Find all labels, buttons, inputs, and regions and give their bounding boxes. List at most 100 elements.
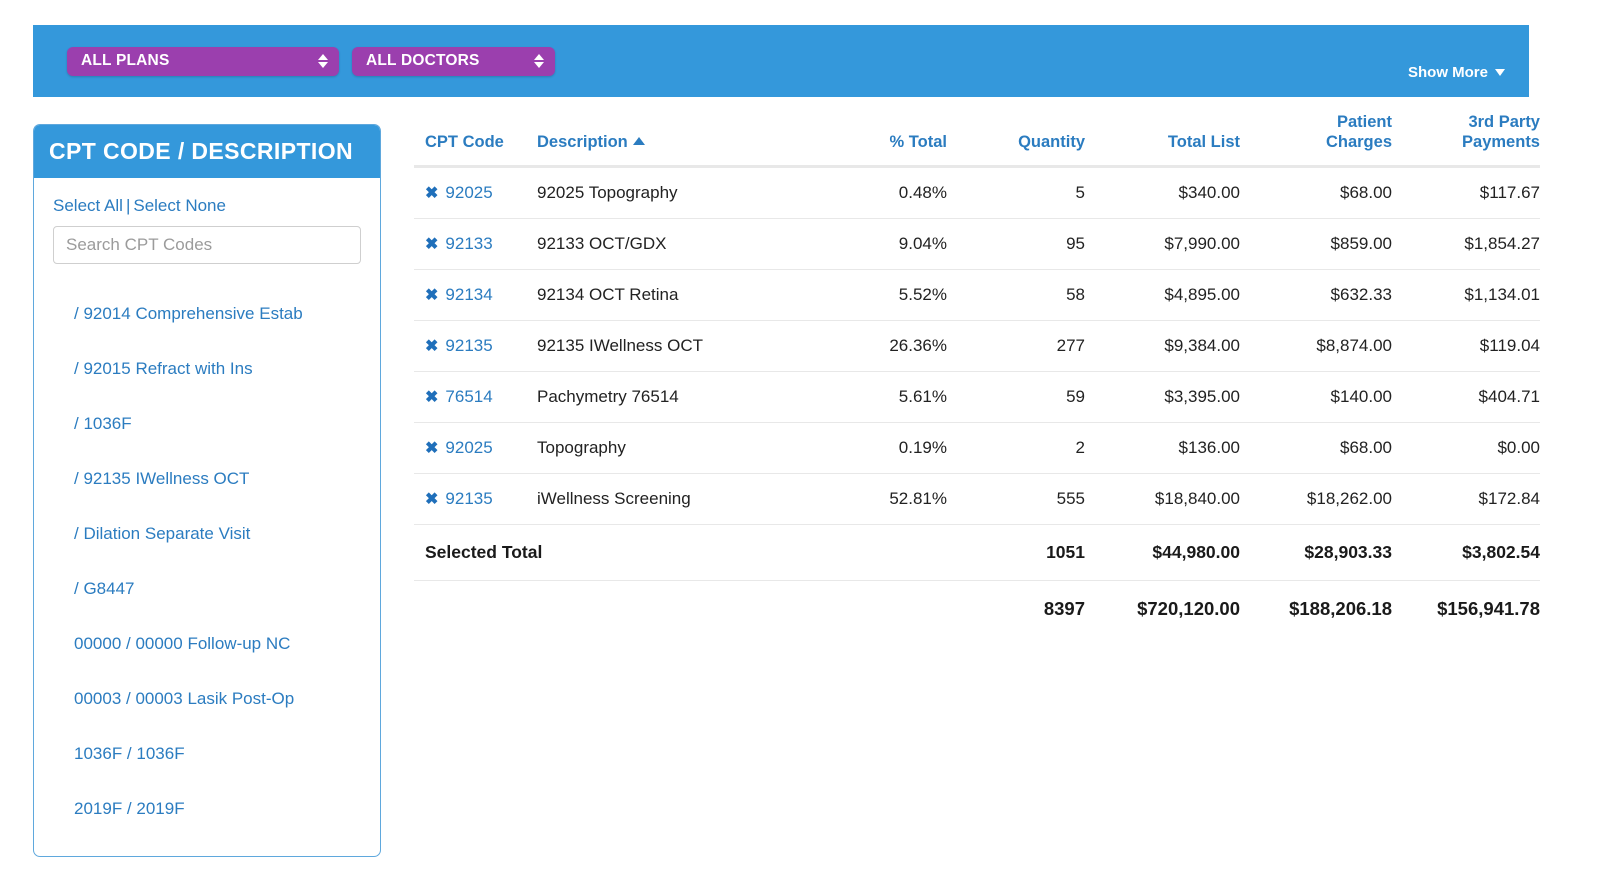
grand-total-quantity: 8397 (1043, 598, 1085, 620)
cell-pct-total: 5.61% (815, 371, 947, 424)
cpt-code-link[interactable]: 92133 (445, 234, 492, 253)
column-header-patient-charges[interactable]: Patient Charges (1240, 112, 1392, 169)
select-none-link[interactable]: Select None (133, 196, 226, 215)
table-header: CPT Code Description % Total Quantity To… (414, 112, 1540, 169)
selected-total-patient-charges: $28,903.33 (1240, 524, 1392, 582)
cell-quantity: 95 (947, 218, 1085, 271)
cell-third-party-payments: $172.84 (1392, 473, 1540, 526)
table-row: ✖ 92025 Topography 0.19% 2 $136.00 $68.00… (414, 422, 1540, 475)
show-more-button[interactable]: Show More (1408, 64, 1505, 81)
cell-patient-charges: $859.00 (1240, 218, 1392, 271)
selected-total-third-party: $3,802.54 (1392, 524, 1540, 582)
cell-total-list: $136.00 (1085, 422, 1240, 475)
list-item[interactable]: 1036F / 1036F (53, 726, 361, 781)
cpt-code-link[interactable]: 92025 (445, 438, 492, 457)
cell-pct-total: 9.04% (815, 218, 947, 271)
cell-cpt-code: ✖ 92025 (414, 166, 537, 220)
sort-ascending-icon (632, 137, 645, 146)
cell-pct-total: 26.36% (815, 320, 947, 373)
grand-total-patient-charges: $188,206.18 (1289, 598, 1392, 620)
remove-row-icon[interactable]: ✖ (425, 438, 438, 458)
cell-pct-total: 0.48% (815, 166, 947, 220)
cpt-code-link[interactable]: 76514 (445, 387, 492, 406)
selected-total-label: Selected Total (414, 524, 947, 582)
table-body: ✖ 92025 92025 Topography 0.48% 5 $340.00 … (414, 166, 1540, 638)
cell-total-list: $9,384.00 (1085, 320, 1240, 373)
cell-patient-charges: $8,874.00 (1240, 320, 1392, 373)
column-header-third-party-line1: 3rd Party (1468, 113, 1540, 131)
cell-quantity: 58 (947, 269, 1085, 322)
cpt-filter-panel-body: Select All|Select None / 92014 Comprehen… (34, 178, 380, 836)
cell-total-list: $18,840.00 (1085, 473, 1240, 526)
cpt-code-link[interactable]: 92135 (445, 336, 492, 355)
show-more-label: Show More (1407, 64, 1488, 81)
cell-patient-charges: $632.33 (1240, 269, 1392, 322)
grand-total-total-list: $720,120.00 (1137, 598, 1240, 620)
cell-third-party-payments: $0.00 (1392, 422, 1540, 475)
select-arrows-icon (318, 52, 328, 70)
grand-total-row: 8397 $720,120.00 $188,206.18 $156,941.78 (414, 581, 1540, 638)
select-links: Select All | Select None (53, 196, 361, 216)
selected-total-quantity: 1051 (947, 524, 1085, 582)
cell-patient-charges: $140.00 (1240, 371, 1392, 424)
cpt-code-link[interactable]: 92134 (445, 285, 492, 304)
cpt-code-link[interactable]: 92135 (445, 489, 492, 508)
all-plans-select-label: ALL PLANS (81, 52, 170, 69)
cell-total-list: $340.00 (1085, 166, 1240, 220)
cell-third-party-payments: $117.67 (1392, 166, 1540, 220)
column-header-patient-charges-line1: Patient (1336, 113, 1392, 131)
column-header-description[interactable]: Description (537, 112, 815, 169)
search-cpt-codes-input[interactable] (53, 226, 361, 264)
remove-row-icon[interactable]: ✖ (425, 489, 438, 509)
remove-row-icon[interactable]: ✖ (425, 234, 438, 254)
all-plans-select[interactable]: ALL PLANS (67, 46, 339, 76)
column-header-patient-charges-line2: Charges (1325, 133, 1392, 152)
cell-cpt-code: ✖ 92134 (414, 269, 537, 322)
cell-description: 92134 OCT Retina (537, 269, 815, 322)
cell-total-list: $3,395.00 (1085, 371, 1240, 424)
selected-total-row: Selected Total 1051 $44,980.00 $28,903.3… (414, 524, 1540, 582)
cell-patient-charges: $18,262.00 (1240, 473, 1392, 526)
list-item[interactable]: / 92015 Refract with Ins (53, 341, 361, 396)
cell-quantity: 555 (947, 473, 1085, 526)
list-item[interactable]: / G8447 (53, 561, 361, 616)
column-header-quantity[interactable]: Quantity (947, 112, 1085, 169)
column-header-third-party-payments[interactable]: 3rd Party Payments (1392, 112, 1540, 169)
column-header-description-label: Description (537, 133, 628, 152)
column-header-total-list[interactable]: Total List (1085, 112, 1240, 169)
list-item[interactable]: 2019F / 2019F (53, 781, 361, 836)
remove-row-icon[interactable]: ✖ (425, 387, 438, 407)
list-item[interactable]: / Dilation Separate Visit (53, 506, 361, 561)
list-item[interactable]: / 92014 Comprehensive Estab (53, 286, 361, 341)
all-doctors-select[interactable]: ALL DOCTORS (352, 46, 555, 76)
cell-quantity: 59 (947, 371, 1085, 424)
selected-total-total-list: $44,980.00 (1085, 524, 1240, 582)
cpt-code-link[interactable]: 92025 (445, 183, 492, 202)
list-item[interactable]: 00003 / 00003 Lasik Post-Op (53, 671, 361, 726)
list-item[interactable]: / 1036F (53, 396, 361, 451)
remove-row-icon[interactable]: ✖ (425, 336, 438, 356)
all-doctors-select-label: ALL DOCTORS (366, 52, 480, 69)
column-header-pct-total[interactable]: % Total (815, 112, 947, 169)
table-row: ✖ 92134 92134 OCT Retina 5.52% 58 $4,895.… (414, 269, 1540, 322)
cell-cpt-code: ✖ 76514 (414, 371, 537, 424)
remove-row-icon[interactable]: ✖ (425, 285, 438, 305)
select-all-link[interactable]: Select All (53, 196, 123, 215)
cell-cpt-code: ✖ 92135 (414, 320, 537, 373)
grand-total-label (414, 581, 947, 638)
cpt-filter-panel-title: CPT CODE / DESCRIPTION (34, 125, 380, 178)
cell-total-list: $4,895.00 (1085, 269, 1240, 322)
list-item[interactable]: 00000 / 00000 Follow-up NC (53, 616, 361, 671)
table-row: ✖ 92133 92133 OCT/GDX 9.04% 95 $7,990.00 … (414, 218, 1540, 271)
remove-row-icon[interactable]: ✖ (425, 183, 438, 203)
cell-quantity: 277 (947, 320, 1085, 373)
table-header-row: CPT Code Description % Total Quantity To… (414, 112, 1540, 169)
cell-description: Pachymetry 76514 (537, 371, 815, 424)
list-item[interactable]: / 92135 IWellness OCT (53, 451, 361, 506)
grand-total-third-party: $156,941.78 (1437, 598, 1540, 620)
cpt-report-table-wrapper: CPT Code Description % Total Quantity To… (414, 112, 1540, 637)
column-header-cpt-code[interactable]: CPT Code (414, 112, 537, 169)
cell-pct-total: 52.81% (815, 473, 947, 526)
cell-cpt-code: ✖ 92025 (414, 422, 537, 475)
cell-description: 92135 IWellness OCT (537, 320, 815, 373)
